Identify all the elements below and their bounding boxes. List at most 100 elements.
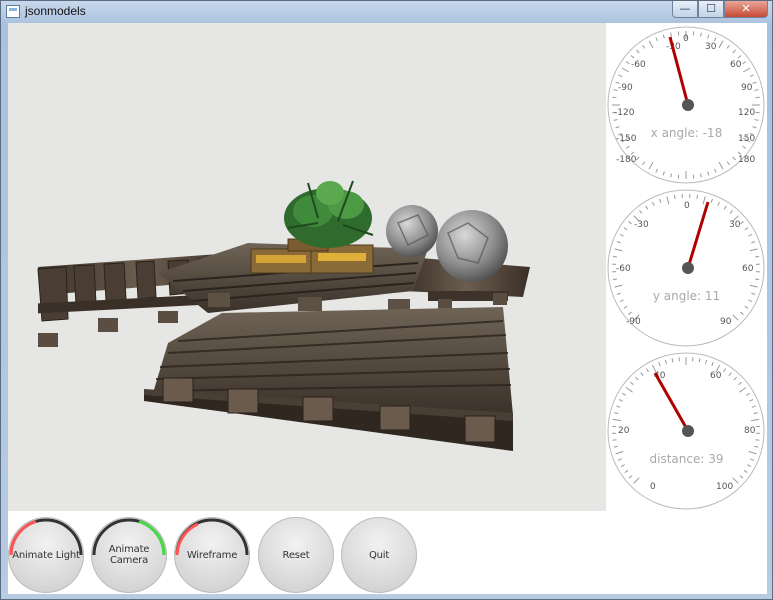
gauge-tick: [614, 412, 619, 415]
gauge-tick: [710, 198, 713, 203]
green-plant: [284, 180, 374, 248]
gauge-tick: [633, 477, 640, 484]
animate-camera-button[interactable]: Animate Camera: [91, 517, 167, 593]
gauge-tick: [623, 305, 628, 309]
gauge-tick: [751, 405, 756, 408]
needle-hub: [682, 425, 694, 437]
gauge-tick: [743, 469, 748, 474]
gauge-tick-label: 90: [741, 83, 753, 93]
gauge-tick: [648, 161, 654, 170]
gauge-tick: [636, 49, 640, 54]
gauge-tick: [613, 119, 618, 121]
button-bar: Animate Light Animate Camera Wireframe R…: [8, 511, 767, 594]
gauge-tick: [625, 61, 630, 65]
gauge-tick: [738, 381, 742, 386]
gauge-tick: [751, 418, 760, 422]
gauge-tick: [616, 241, 621, 244]
gauge-tick: [645, 368, 649, 373]
distance-needle: [653, 372, 690, 432]
gauge-tick: [624, 469, 629, 474]
button-label: Animate Camera: [108, 544, 150, 566]
button-label: Wireframe: [186, 549, 238, 561]
gauge-tick: [662, 171, 665, 176]
gauge-tick: [640, 372, 644, 376]
gauge-tick: [740, 311, 744, 315]
gauge-tick: [739, 387, 747, 393]
button-label: Animate Light: [12, 549, 80, 561]
gauge-tick: [619, 233, 624, 237]
gauge-tick: [705, 359, 708, 364]
minimize-button[interactable]: —: [672, 1, 698, 18]
gauge-tick: [737, 55, 742, 59]
3d-viewport[interactable]: [8, 23, 606, 511]
gauge-tick: [700, 32, 702, 37]
wireframe-button[interactable]: Wireframe: [174, 517, 250, 593]
gauge-tick-label: -90: [618, 83, 633, 93]
gauge-tick: [642, 44, 646, 49]
gauge-tick: [717, 201, 721, 206]
gauge-tick: [748, 233, 753, 237]
gauge-tick: [749, 74, 754, 77]
y-angle-label: y angle: 11: [652, 289, 721, 303]
gauge-tick: [752, 81, 757, 84]
gauge-tick-label: 30: [729, 220, 741, 230]
gauge-tick: [718, 40, 724, 49]
gauge-tick: [698, 358, 701, 363]
distance-gauge: 0 20 40 60 80 100: [607, 352, 765, 510]
gauge-tick: [658, 362, 661, 367]
gauge-tick-label: -30: [634, 220, 649, 230]
close-button[interactable]: ✕: [724, 1, 768, 18]
gauge-tick: [718, 161, 724, 170]
gauge-tick: [671, 358, 674, 363]
gauge-tick: [755, 255, 760, 258]
gauge-tick: [614, 248, 623, 252]
gauge-tick: [742, 145, 747, 149]
y-angle-gauge: 0 30 60 90 -90 -60 -30: [607, 189, 765, 347]
maximize-button[interactable]: ☐: [698, 1, 724, 18]
gauge-tick: [651, 201, 655, 206]
gauge-tick-label: 0: [683, 34, 689, 44]
gauge-tick: [655, 37, 658, 42]
gauge-tick: [740, 221, 744, 225]
gauge-tick-label: 60: [730, 60, 742, 70]
gauge-tick: [732, 314, 739, 321]
gauge-tick: [755, 439, 760, 441]
gauge-tick: [729, 210, 733, 214]
gauge-tick-label: 180: [738, 155, 755, 165]
gauge-tick: [625, 145, 630, 149]
gauge-tick: [723, 205, 727, 210]
gauge-tick: [732, 477, 739, 484]
gauge-tick: [749, 399, 754, 402]
gauge-tick-label: -60: [616, 264, 631, 274]
gauge-tick: [670, 32, 672, 37]
title-bar[interactable]: jsonmodels — ☐ ✕: [1, 1, 772, 23]
needle-hub: [682, 262, 694, 274]
gauge-tick: [749, 284, 758, 288]
gauge-tick: [655, 168, 658, 173]
reset-button[interactable]: Reset: [258, 517, 334, 593]
gauge-tick: [711, 362, 714, 367]
gauge-tick: [622, 392, 627, 396]
gauge-tick: [754, 445, 759, 448]
button-label: Reset: [282, 549, 310, 561]
gauge-tick: [744, 227, 749, 231]
needle-hub: [682, 99, 694, 111]
gauge-tick: [614, 284, 623, 288]
gauge-tick: [739, 475, 744, 479]
gauge-tick-label: 0: [684, 201, 690, 211]
animate-light-button[interactable]: Animate Light: [8, 517, 84, 593]
gauge-tick-label: -60: [631, 60, 646, 70]
gauge-tick: [754, 89, 759, 91]
window-title: jsonmodels: [25, 4, 86, 18]
app-icon: [6, 5, 20, 18]
gauge-tick: [612, 278, 617, 281]
gauge-tick: [639, 210, 643, 214]
gauge-tick: [628, 475, 633, 479]
gauge-tick: [612, 255, 617, 258]
gauge-tick: [659, 198, 662, 203]
gauge-tick: [628, 311, 632, 315]
quit-button[interactable]: Quit: [341, 517, 417, 593]
gauge-tick: [642, 161, 646, 166]
gauge-tick: [732, 156, 736, 161]
gauge-tick: [630, 55, 635, 59]
